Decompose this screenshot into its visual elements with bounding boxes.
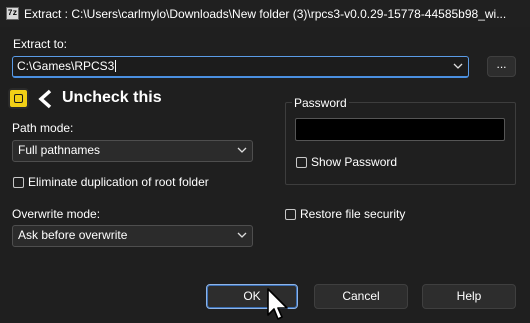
show-password-label: Show Password bbox=[311, 155, 398, 169]
window-title: Extract : C:\Users\carlmylo\Downloads\Ne… bbox=[24, 6, 507, 21]
7zip-app-icon: 7z bbox=[6, 7, 19, 20]
extract-to-path-value: C:\Games\RPCS3 bbox=[17, 59, 115, 73]
extract-to-label: Extract to: bbox=[13, 37, 68, 51]
path-mode-select[interactable]: Full pathnames bbox=[12, 140, 253, 162]
path-mode-label: Path mode: bbox=[12, 121, 74, 135]
annotation-highlight-box bbox=[8, 88, 29, 109]
checkbox-box[interactable] bbox=[296, 156, 307, 168]
password-group-label: Password bbox=[292, 96, 349, 110]
checkbox-box[interactable] bbox=[285, 208, 296, 220]
password-groupbox bbox=[285, 102, 516, 185]
eliminate-duplication-label: Eliminate duplication of root folder bbox=[28, 175, 209, 189]
restore-file-security-checkbox[interactable]: Restore file security bbox=[285, 207, 405, 221]
overwrite-mode-select[interactable]: Ask before overwrite bbox=[12, 225, 253, 247]
restore-file-security-label: Restore file security bbox=[300, 207, 406, 221]
eliminate-duplication-checkbox[interactable]: Eliminate duplication of root folder bbox=[13, 175, 209, 189]
cancel-button[interactable]: Cancel bbox=[314, 284, 408, 309]
mouse-cursor-icon bbox=[267, 288, 288, 320]
extract-to-path-input[interactable]: C:\Games\RPCS3 bbox=[12, 56, 469, 78]
browse-button[interactable]: ... bbox=[487, 56, 516, 77]
text-cursor bbox=[115, 60, 117, 72]
chevron-down-icon bbox=[237, 232, 247, 238]
chevron-down-icon[interactable] bbox=[453, 61, 463, 71]
show-password-checkbox[interactable]: Show Password bbox=[296, 155, 397, 169]
help-button[interactable]: Help bbox=[422, 284, 516, 309]
annotation-checkbox-shape bbox=[14, 94, 23, 103]
annotation-text: Uncheck this bbox=[62, 89, 162, 106]
password-input[interactable] bbox=[295, 118, 505, 141]
path-mode-value: Full pathnames bbox=[18, 143, 101, 157]
chevron-down-icon bbox=[237, 147, 247, 153]
title-bar: 7z Extract : C:\Users\carlmylo\Downloads… bbox=[0, 0, 530, 27]
arrow-left-icon bbox=[38, 89, 52, 109]
checkbox-box[interactable] bbox=[13, 176, 24, 188]
overwrite-mode-value: Ask before overwrite bbox=[18, 228, 128, 242]
overwrite-mode-label: Overwrite mode: bbox=[12, 207, 101, 221]
